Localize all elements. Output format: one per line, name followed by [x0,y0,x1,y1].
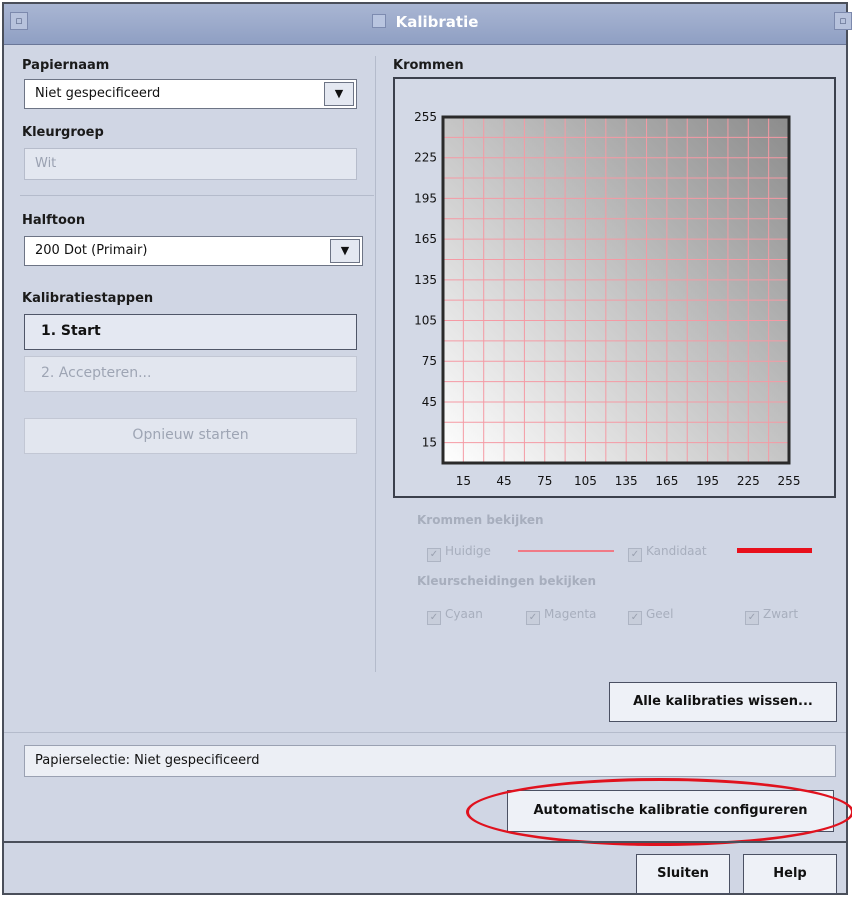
paper-selection-status: Papierselectie: Niet gespecificeerd [24,745,836,777]
y-tick-label: 135 [414,273,437,287]
color-group-field: Wit [24,148,357,180]
x-tick-label: 195 [696,474,719,488]
window-title: Kalibratie [395,13,479,31]
view-separations-label: Kleurscheidingen bekijken [417,574,597,588]
paper-name-dropdown[interactable]: Niet gespecificeerd ▼ [24,79,357,109]
cyan-label: Cyaan [445,607,483,621]
halftone-label: Halftoon [22,213,86,228]
yellow-label: Geel [646,607,674,621]
close-button-label: Sluiten [657,866,709,881]
x-tick-label: 45 [496,474,511,488]
x-tick-label: 75 [537,474,552,488]
restart-button[interactable]: Opnieuw starten [24,418,357,454]
x-tick-label: 255 [778,474,801,488]
cyan-checkbox[interactable]: ✓ Cyaan [427,607,483,625]
step-accept-button[interactable]: 2. Accepteren... [24,356,357,392]
help-button[interactable]: Help [743,854,837,894]
calibration-window: ▫ Kalibratie ▫ Papiernaam Niet gespecifi… [2,2,852,895]
check-icon: ✓ [427,548,441,562]
y-tick-label: 105 [414,314,437,328]
check-icon: ✓ [745,611,759,625]
yellow-checkbox[interactable]: ✓ Geel [628,607,673,625]
paper-name-value: Niet gespecificeerd [35,86,161,101]
y-tick-label: 15 [422,436,437,450]
current-curve-checkbox[interactable]: ✓ Huidige [427,544,491,562]
divider [20,195,374,196]
check-icon: ✓ [526,611,540,625]
window-close-icon[interactable]: ▫ [834,12,852,30]
magenta-checkbox[interactable]: ✓ Magenta [526,607,596,625]
calibration-steps-label: Kalibratiestappen [22,291,154,306]
check-icon: ✓ [427,611,441,625]
y-tick-label: 225 [414,151,437,165]
halftone-value: 200 Dot (Primair) [35,243,148,258]
curves-label: Krommen [393,58,464,73]
curves-chart-frame: 15 45 75 105 135 165 195 225 255 255 225 195 165 135 1… [393,77,836,498]
y-tick-label: 165 [414,232,437,246]
paper-name-label: Papiernaam [22,58,110,73]
y-tick-label: 255 [414,110,437,124]
x-tick-label: 135 [615,474,638,488]
check-icon: ✓ [628,611,642,625]
close-button[interactable]: Sluiten [636,854,730,894]
highlight-ellipse [466,778,852,846]
chevron-down-icon[interactable]: ▼ [330,239,360,263]
halftone-dropdown[interactable]: 200 Dot (Primair) ▼ [24,236,363,266]
help-button-label: Help [773,866,807,881]
window-title-area: Kalibratie [4,13,846,31]
y-tick-label: 195 [414,191,437,205]
check-icon: ✓ [628,548,642,562]
x-tick-label: 105 [574,474,597,488]
divider [4,732,846,733]
x-tick-label: 165 [655,474,678,488]
footer-divider [4,841,846,843]
black-checkbox[interactable]: ✓ Zwart [745,607,798,625]
y-tick-label: 45 [422,395,437,409]
color-group-label: Kleurgroep [22,125,104,140]
y-tick-label: 75 [422,354,437,368]
candidate-curve-checkbox[interactable]: ✓ Kandidaat [628,544,707,562]
black-label: Zwart [763,607,799,621]
chevron-down-icon[interactable]: ▼ [324,82,354,106]
view-curves-label: Krommen bekijken [417,513,544,527]
curves-chart: 15 45 75 105 135 165 195 225 255 255 225 195 165 135 1… [414,110,801,488]
magenta-label: Magenta [544,607,597,621]
candidate-curve-label: Kandidaat [646,544,707,558]
candidate-curve-swatch [737,548,812,553]
current-curve-label: Huidige [445,544,491,558]
current-curve-swatch [518,550,614,552]
clear-all-calibrations-button[interactable]: Alle kalibraties wissen... [609,682,837,722]
x-tick-label: 225 [737,474,760,488]
plot-area [443,117,789,463]
step-start-button[interactable]: 1. Start [24,314,357,350]
x-tick-label: 15 [456,474,471,488]
column-divider [375,56,376,672]
app-logo-icon [371,14,386,28]
title-bar[interactable]: ▫ Kalibratie ▫ [4,4,852,45]
